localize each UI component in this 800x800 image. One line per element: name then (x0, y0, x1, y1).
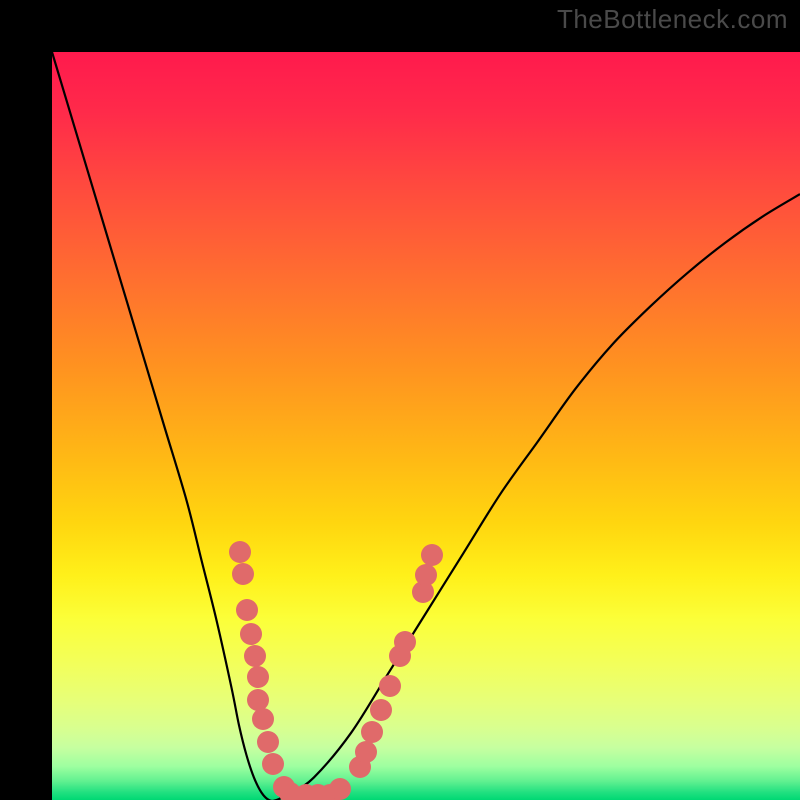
highlight-dot (421, 544, 443, 566)
highlight-dot (247, 689, 269, 711)
highlight-dot (394, 631, 416, 653)
highlight-dot (252, 708, 274, 730)
highlight-dot (355, 741, 377, 763)
highlight-dot (240, 623, 262, 645)
chart-plot-area (52, 52, 800, 800)
highlight-dot (361, 721, 383, 743)
highlight-dot (229, 541, 251, 563)
watermark-text: TheBottleneck.com (557, 4, 788, 35)
chart-frame (0, 0, 800, 800)
highlight-dot (247, 666, 269, 688)
highlight-dot (257, 731, 279, 753)
highlight-dot (262, 753, 284, 775)
highlight-dot (236, 599, 258, 621)
highlight-dot (232, 563, 254, 585)
highlight-dot (329, 778, 351, 800)
highlight-dot (379, 675, 401, 697)
highlight-dot (415, 564, 437, 586)
bottleneck-chart (52, 52, 800, 800)
highlight-dot (370, 699, 392, 721)
highlight-dot (244, 645, 266, 667)
